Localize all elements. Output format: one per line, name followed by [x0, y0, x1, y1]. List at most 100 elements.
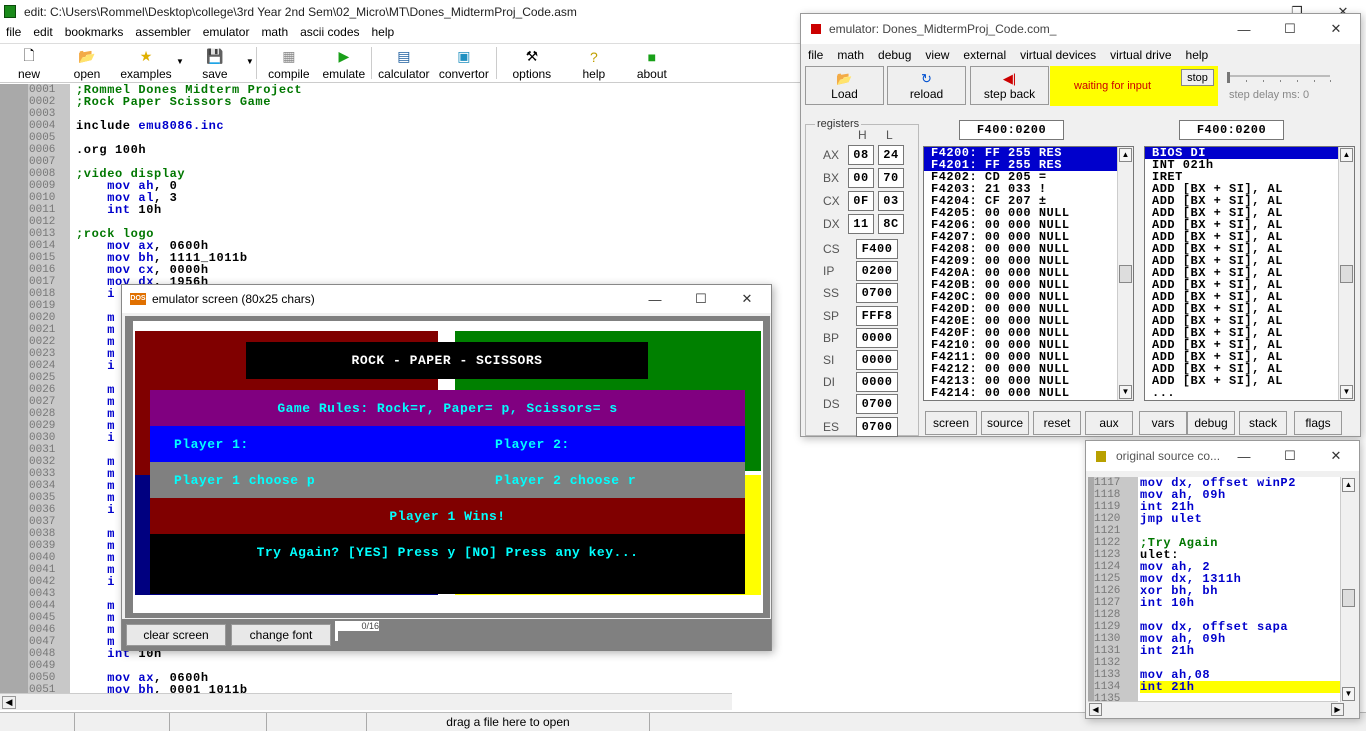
segment-register-value[interactable]: 0000 [856, 350, 898, 370]
vars-button[interactable]: vars [1139, 411, 1187, 435]
menu-external[interactable]: external [956, 46, 1013, 64]
menu-help[interactable]: help [366, 24, 401, 42]
flags-button[interactable]: flags [1294, 411, 1342, 435]
reset-button[interactable]: reset [1033, 411, 1081, 435]
memory-row[interactable]: F4214: 00 000 NULL [924, 387, 1133, 399]
memory-list[interactable]: F4200: FF 255 RES F4201: FF 255 RES F4202:… [923, 146, 1134, 401]
open-button[interactable]: 📂 open [58, 44, 116, 82]
source-vertical-scrollbar[interactable]: ▲ ▼ [1340, 477, 1356, 702]
register-high-byte[interactable]: 00 [848, 168, 874, 188]
scroll-up-icon[interactable]: ▲ [1119, 148, 1132, 162]
segment-register-value[interactable]: 0700 [856, 416, 898, 437]
stack-button[interactable]: stack [1239, 411, 1287, 435]
clear-screen-button[interactable]: clear screen [126, 624, 226, 646]
disassembly-scrollbar[interactable]: ▲ ▼ [1338, 147, 1354, 400]
menu-help[interactable]: help [1179, 46, 1216, 64]
segment-register-value[interactable]: 0700 [856, 394, 898, 415]
menu-debug[interactable]: debug [871, 46, 918, 64]
scroll-thumb[interactable] [1342, 589, 1355, 607]
menu-virtual-devices[interactable]: virtual devices [1013, 46, 1103, 64]
load-button[interactable]: 📂 Load [805, 66, 884, 105]
segment-register-value[interactable]: 0000 [856, 327, 898, 348]
minimize-icon[interactable]: — [632, 287, 678, 311]
change-font-button[interactable]: change font [231, 624, 331, 646]
register-high-byte[interactable]: 08 [848, 145, 874, 165]
menu-file[interactable]: file [0, 24, 27, 42]
compile-button[interactable]: ▦ compile [259, 44, 319, 82]
line-number: 0023 [29, 348, 56, 360]
dos-screen[interactable]: ROCK - PAPER - SCISSORS Game Rules: Rock… [125, 316, 770, 618]
maximize-icon[interactable]: ☐ [678, 287, 724, 311]
menu-virtual-drive[interactable]: virtual drive [1103, 46, 1178, 64]
examples-dropdown-icon[interactable]: ▼ [176, 57, 184, 66]
debug-button[interactable]: debug [1187, 411, 1235, 435]
scroll-left-icon[interactable]: ◀ [1089, 703, 1102, 716]
segment-register-value[interactable]: F400 [856, 239, 898, 259]
segment-register-value[interactable]: FFF8 [856, 305, 898, 326]
menu-file[interactable]: file [801, 46, 830, 64]
menu-math[interactable]: math [830, 46, 871, 64]
convertor-button[interactable]: ▣ convertor [434, 44, 494, 82]
segment-register-value[interactable]: 0200 [856, 261, 898, 282]
step-delay-slider[interactable] [1226, 72, 1334, 84]
close-icon[interactable]: ✕ [1313, 444, 1359, 468]
disassembly-row[interactable]: ADD [BX + SI], AL [1145, 375, 1354, 387]
help-button[interactable]: ? help [565, 44, 623, 82]
disassembly-address-field[interactable]: F400:0200 [1179, 120, 1284, 140]
menu-math[interactable]: math [255, 24, 294, 42]
save-button[interactable]: 💾 save [184, 44, 246, 82]
about-button[interactable]: ■ about [623, 44, 681, 82]
new-button[interactable]: 🗋 new [0, 44, 58, 82]
source-horizontal-scrollbar[interactable]: ◀ ▶ [1088, 701, 1344, 717]
scroll-up-icon[interactable]: ▲ [1342, 478, 1355, 492]
source-viewer[interactable]: 1117 1118 1119 1120 1121 1122 1123 1124 1125 1126… [1088, 477, 1356, 702]
disassembly-list[interactable]: BIOS DI INT 021h IRET ADD [BX + SI], AL ADD … [1144, 146, 1355, 401]
menu-bookmarks[interactable]: bookmarks [59, 24, 130, 42]
minimize-icon[interactable]: — [1221, 17, 1267, 41]
options-button[interactable]: ⚒ options [499, 44, 565, 82]
step-back-button[interactable]: ◀| step back [970, 66, 1049, 105]
reload-button[interactable]: ↻ reload [887, 66, 966, 105]
register-low-byte[interactable]: 8C [878, 214, 904, 234]
segment-register-value[interactable]: 0700 [856, 283, 898, 304]
stop-button[interactable]: stop [1181, 69, 1214, 86]
scroll-left-icon[interactable]: ◀ [2, 696, 16, 709]
examples-button[interactable]: ★ examples [116, 44, 176, 82]
memory-address-field[interactable]: F400:0200 [959, 120, 1064, 140]
menu-ascii-codes[interactable]: ascii codes [294, 24, 365, 42]
source-button[interactable]: source [981, 411, 1029, 435]
register-low-byte[interactable]: 24 [878, 145, 904, 165]
scroll-down-icon[interactable]: ▼ [1119, 385, 1132, 399]
segment-register-value[interactable]: 0000 [856, 372, 898, 393]
menu-emulator[interactable]: emulator [197, 24, 256, 42]
horizontal-scrollbar[interactable]: ◀ [0, 693, 732, 710]
disassembly-row[interactable]: ... [1145, 387, 1354, 399]
scroll-up-icon[interactable]: ▲ [1340, 148, 1353, 162]
maximize-icon[interactable]: ☐ [1267, 444, 1313, 468]
register-high-byte[interactable]: 11 [848, 214, 874, 234]
memory-scrollbar[interactable]: ▲ ▼ [1117, 147, 1133, 400]
emulate-button[interactable]: ▶ emulate [319, 44, 369, 82]
save-dropdown-icon[interactable]: ▼ [246, 57, 254, 66]
scroll-thumb[interactable] [1340, 265, 1353, 283]
segment-register-label: SS [823, 286, 840, 301]
tools-icon: ⚒ [525, 48, 539, 64]
menu-edit[interactable]: edit [27, 24, 58, 42]
scroll-right-icon[interactable]: ▶ [1331, 703, 1344, 716]
register-high-byte[interactable]: 0F [848, 191, 874, 211]
calculator-button[interactable]: ▤ calculator [374, 44, 434, 82]
scroll-down-icon[interactable]: ▼ [1340, 385, 1353, 399]
close-icon[interactable]: ✕ [724, 287, 770, 311]
scroll-down-icon[interactable]: ▼ [1342, 687, 1355, 701]
menu-view[interactable]: view [918, 46, 956, 64]
menu-assembler[interactable]: assembler [129, 24, 196, 42]
minimize-icon[interactable]: — [1221, 444, 1267, 468]
source-line-number: 1119 [1094, 501, 1121, 513]
scroll-thumb[interactable] [1119, 265, 1132, 283]
register-low-byte[interactable]: 03 [878, 191, 904, 211]
maximize-icon[interactable]: ☐ [1267, 17, 1313, 41]
aux-button[interactable]: aux [1085, 411, 1133, 435]
screen-button[interactable]: screen [925, 411, 977, 435]
register-low-byte[interactable]: 70 [878, 168, 904, 188]
close-icon[interactable]: ✕ [1313, 17, 1359, 41]
